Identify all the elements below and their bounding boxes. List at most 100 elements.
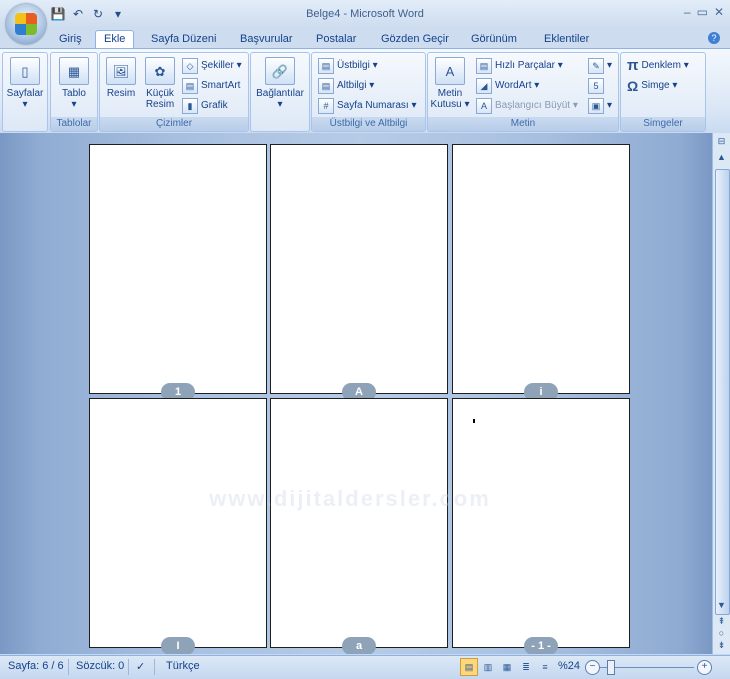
table-icon: ▦	[59, 57, 89, 85]
group-simgeler: π Denklem ▾ Ω Simge ▾ Simgeler	[620, 52, 706, 132]
help-icon[interactable]: ?	[708, 32, 720, 44]
outline-icon[interactable]: ≣	[517, 658, 535, 676]
datetime-button[interactable]: 5	[588, 77, 604, 95]
page-count[interactable]: Sayfa: 6 / 6	[8, 660, 64, 672]
group-label-metin: Metin	[428, 117, 618, 131]
page-number-badge: a	[342, 637, 376, 654]
full-screen-reading-icon[interactable]: ▥	[479, 658, 497, 676]
wordart-button[interactable]: ◢ WordArt ▾	[476, 77, 539, 95]
minimize-button[interactable]: –	[684, 5, 691, 19]
text-cursor	[473, 419, 475, 423]
group-tablolar: ▦ Tablo ▾ Tablolar	[50, 52, 98, 132]
close-button[interactable]: ✕	[714, 5, 724, 19]
page-3[interactable]: i	[452, 144, 630, 401]
zoom-out-icon[interactable]: −	[585, 660, 600, 675]
shapes-button[interactable]: ◇ Şekiller ▾	[182, 57, 242, 75]
pages-button[interactable]: ▯ Sayfalar ▾	[5, 57, 45, 110]
dropcap-icon: A	[476, 98, 492, 114]
ribbon-tabs: Giriş Ekle Sayfa Düzeni Başvurular Posta…	[0, 28, 730, 48]
page-number-button[interactable]: # Sayfa Numarası ▾	[318, 97, 417, 115]
tab-postalar[interactable]: Postalar	[316, 31, 356, 48]
word-count[interactable]: Sözcük: 0	[76, 660, 124, 672]
vertical-scrollbar[interactable]: ⊟ ▲ ▼ ⇞ ○ ⇟	[712, 133, 730, 654]
picture-label: Resim	[106, 88, 136, 99]
textbox-icon: A	[435, 57, 465, 85]
print-layout-icon[interactable]: ▤	[460, 658, 478, 676]
restore-button[interactable]: ▭	[697, 5, 708, 19]
watermark: www.dijitaldersler.com	[209, 486, 491, 511]
symbol-button[interactable]: Ω Simge ▾	[627, 77, 677, 95]
group-sayfalar: ▯ Sayfalar ▾	[2, 52, 48, 132]
footer-icon: ▤	[318, 78, 334, 94]
group-baglantilar: 🔗 Bağlantılar ▾	[250, 52, 310, 132]
group-cizimler: 🖼 Resim ✿ Küçük Resim ◇ Şekiller ▾ ▤ SmartA…	[99, 52, 249, 132]
group-metin: A Metin Kutusu ▾ ▤ Hızlı Parçalar ▾ ◢ WordA…	[427, 52, 619, 132]
page-1[interactable]: 1	[89, 144, 267, 401]
view-buttons: ▤ ▥ ▦ ≣ ≡	[460, 658, 554, 676]
group-label-ustbilgi: Üstbilgi ve Altbilgi	[312, 117, 425, 131]
scroll-thumb[interactable]	[715, 169, 730, 615]
textbox-button[interactable]: A Metin Kutusu ▾	[430, 57, 470, 110]
ribbon: ▯ Sayfalar ▾ ▦ Tablo ▾ Tablolar 🖼 Resim ✿ …	[0, 48, 730, 134]
tab-gozden-gecir[interactable]: Gözden Geçir	[381, 31, 449, 48]
links-label: Bağlantılar	[256, 88, 304, 99]
next-page-icon[interactable]: ⇟	[715, 639, 728, 652]
picture-button[interactable]: 🖼 Resim	[104, 57, 138, 99]
tab-eklentiler[interactable]: Eklentiler	[544, 31, 589, 48]
tab-gorunum[interactable]: Görünüm	[471, 31, 517, 48]
smartart-icon: ▤	[182, 78, 198, 94]
pages-label: Sayfalar	[6, 88, 44, 99]
zoom-slider[interactable]	[607, 660, 615, 675]
tab-sayfa-duzeni[interactable]: Sayfa Düzeni	[151, 31, 216, 48]
equation-button[interactable]: π Denklem ▾	[627, 57, 689, 75]
page-4[interactable]: I	[89, 398, 267, 654]
clipart-button[interactable]: ✿ Küçük Resim	[142, 57, 178, 110]
page-5[interactable]: a	[270, 398, 448, 654]
office-logo-icon	[15, 13, 37, 35]
tab-basvurular[interactable]: Başvurular	[240, 31, 293, 48]
draft-icon[interactable]: ≡	[536, 658, 554, 676]
page-2[interactable]: A	[270, 144, 448, 401]
dropcap-button[interactable]: A Başlangıcı Büyüt ▾	[476, 97, 578, 115]
links-button[interactable]: 🔗 Bağlantılar ▾	[253, 57, 307, 110]
chart-button[interactable]: ▮ Grafik	[182, 97, 228, 115]
header-button[interactable]: ▤ Üstbilgi ▾	[318, 57, 378, 75]
quick-parts-button[interactable]: ▤ Hızlı Parçalar ▾	[476, 57, 563, 75]
header-icon: ▤	[318, 58, 334, 74]
group-label-tablolar: Tablolar	[51, 117, 97, 131]
wordart-icon: ◢	[476, 78, 492, 94]
ruler-toggle-icon[interactable]: ⊟	[715, 135, 728, 148]
links-icon: 🔗	[265, 57, 295, 85]
footer-button[interactable]: ▤ Altbilgi ▾	[318, 77, 374, 95]
object-button[interactable]: ▣ ▾	[588, 97, 612, 115]
office-button[interactable]	[6, 4, 46, 44]
group-label-cizimler: Çizimler	[100, 117, 248, 131]
shapes-icon: ◇	[182, 58, 198, 74]
scroll-down-icon[interactable]: ▼	[715, 599, 728, 612]
zoom-in-icon[interactable]: +	[697, 660, 712, 675]
language[interactable]: Türkçe	[166, 660, 200, 672]
omega-icon: Ω	[627, 78, 639, 94]
signature-line-button[interactable]: ✎ ▾	[588, 57, 612, 75]
group-label-simgeler: Simgeler	[621, 117, 705, 131]
proofing-icon[interactable]: ✓	[136, 660, 145, 673]
document-area[interactable]: 1 A i I a - 1 - www.dijitaldersler.com	[0, 133, 712, 654]
page-number-badge: - 1 -	[524, 637, 558, 654]
datetime-icon: 5	[588, 78, 604, 94]
chart-icon: ▮	[182, 98, 198, 114]
page-6[interactable]: - 1 -	[452, 398, 630, 654]
window-title: Belge4 - Microsoft Word	[306, 8, 424, 20]
tab-ekle[interactable]: Ekle	[95, 30, 135, 48]
scroll-up-icon[interactable]: ▲	[715, 151, 728, 164]
web-layout-icon[interactable]: ▦	[498, 658, 516, 676]
quick-parts-icon: ▤	[476, 58, 492, 74]
status-bar: Sayfa: 6 / 6 Sözcük: 0 ✓ Türkçe ▤ ▥ ▦ ≣ …	[0, 655, 730, 679]
page-number-icon: #	[318, 98, 334, 114]
pi-icon: π	[627, 57, 639, 74]
signature-icon: ✎	[588, 58, 604, 74]
smartart-button[interactable]: ▤ SmartArt	[182, 77, 240, 95]
table-button[interactable]: ▦ Tablo ▾	[55, 57, 93, 110]
group-ustbilgi-altbilgi: ▤ Üstbilgi ▾ ▤ Altbilgi ▾ # Sayfa Numarası …	[311, 52, 426, 132]
zoom-level[interactable]: %24	[558, 660, 580, 672]
tab-giris[interactable]: Giriş	[59, 31, 82, 48]
